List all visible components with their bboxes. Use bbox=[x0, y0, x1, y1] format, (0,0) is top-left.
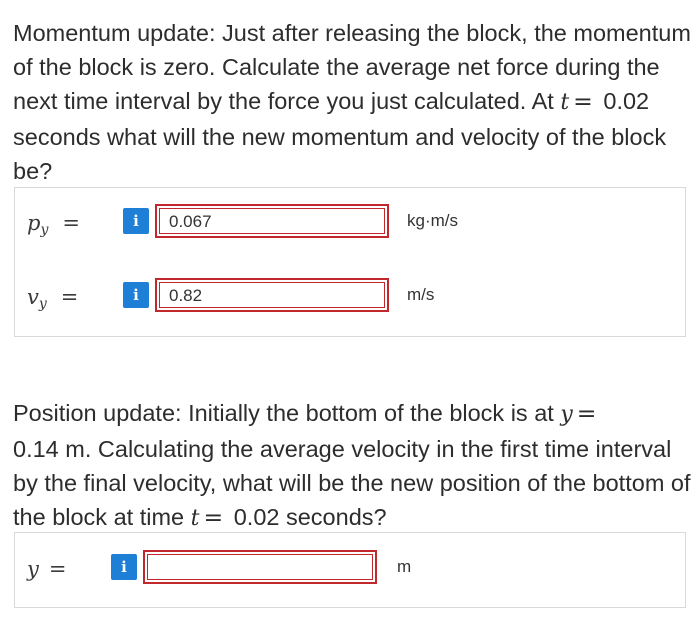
math-variable-t: t bbox=[190, 506, 200, 531]
equals-sign: = bbox=[60, 285, 79, 309]
var-symbol: p bbox=[27, 211, 41, 235]
py-answer-value[interactable]: 0.067 bbox=[159, 208, 385, 234]
info-icon[interactable]: i bbox=[123, 282, 149, 308]
var-subscript: y bbox=[38, 296, 47, 312]
label-vy: vy = bbox=[27, 285, 78, 312]
info-icon[interactable]: i bbox=[123, 208, 149, 234]
label-py: py = bbox=[27, 211, 80, 238]
answer-row-py: py = i 0.067 kg·m/s bbox=[15, 203, 685, 247]
math-variable-y: y bbox=[560, 402, 573, 427]
answer-row-y: y = i m bbox=[15, 549, 685, 593]
question-position-update: Position update: Initially the bottom of… bbox=[13, 396, 693, 536]
unit-label-y: m bbox=[397, 557, 412, 576]
answer-panel-momentum-velocity: py = i 0.067 kg·m/s vy = i 0.82 m/s bbox=[14, 187, 686, 337]
y-answer-field[interactable] bbox=[143, 550, 377, 584]
question-momentum-update: Momentum update: Just after releasing th… bbox=[13, 16, 693, 188]
math-equals: = bbox=[576, 399, 597, 427]
var-subscript: y bbox=[40, 222, 49, 238]
unit-label-vy: m/s bbox=[407, 285, 435, 304]
math-equals: = bbox=[573, 87, 593, 115]
math-variable-t: t bbox=[560, 90, 570, 115]
equals-sign: = bbox=[62, 211, 80, 235]
question-text-part: Position update: Initially the bottom of… bbox=[13, 400, 554, 426]
answer-panel-position: y = i m bbox=[14, 532, 686, 608]
var-symbol: v bbox=[27, 285, 39, 309]
answer-row-vy: vy = i 0.82 m/s bbox=[15, 277, 685, 321]
vy-answer-field[interactable]: 0.82 bbox=[155, 278, 389, 312]
equals-sign: = bbox=[48, 557, 67, 581]
label-y: y = bbox=[27, 557, 66, 581]
py-answer-field[interactable]: 0.067 bbox=[155, 204, 389, 238]
unit-label-py: kg·m/s bbox=[407, 211, 458, 230]
info-icon[interactable]: i bbox=[111, 554, 137, 580]
vy-answer-value[interactable]: 0.82 bbox=[159, 282, 385, 308]
question-text-part: 0.02 seconds? bbox=[233, 504, 387, 530]
y-answer-value[interactable] bbox=[147, 554, 373, 580]
var-symbol: y bbox=[27, 557, 39, 581]
math-equals: = bbox=[203, 503, 224, 531]
